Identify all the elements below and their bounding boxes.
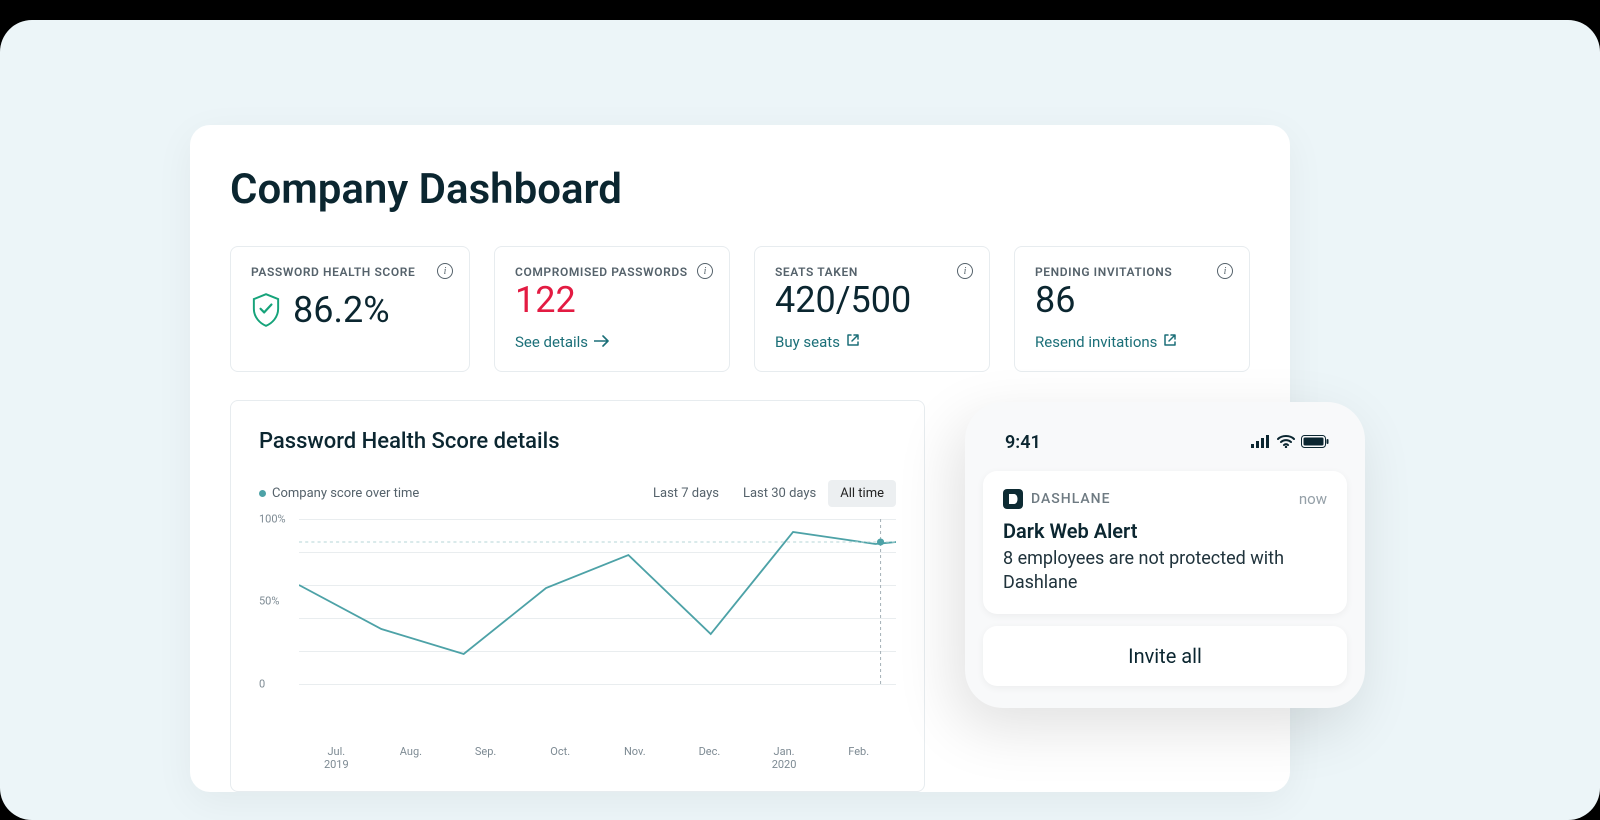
metric-label-seats: SEATS TAKEN [775, 265, 969, 279]
x-tick: Aug. [374, 745, 449, 771]
tab-last-7-days[interactable]: Last 7 days [641, 480, 731, 507]
metric-card-seats: SEATS TAKEN i 420/500 Buy seats [754, 246, 990, 372]
see-details-link[interactable]: See details [515, 333, 709, 351]
invite-all-button[interactable]: Invite all [983, 626, 1347, 686]
metric-label-pending: PENDING INVITATIONS [1035, 265, 1229, 279]
metric-card-pending: PENDING INVITATIONS i 86 Resend invitati… [1014, 246, 1250, 372]
invite-all-label: Invite all [1128, 644, 1202, 668]
chart-line [299, 519, 896, 684]
tab-all-time[interactable]: All time [828, 480, 896, 507]
metric-value-pending: 86 [1035, 279, 1229, 321]
page-title: Company Dashboard [230, 165, 1250, 214]
phone-status-bar: 9:41 [983, 430, 1347, 471]
shield-check-icon [251, 293, 281, 327]
info-icon[interactable]: i [437, 263, 453, 279]
metric-value-compromised: 122 [515, 279, 709, 321]
notif-body: 8 employees are not protected with Dashl… [1003, 547, 1327, 596]
legend-label: Company score over time [272, 486, 419, 501]
y-tick-100: 100% [259, 513, 286, 526]
metric-label-compromised: COMPROMISED PASSWORDS [515, 265, 709, 279]
x-tick: Jul.2019 [299, 745, 374, 771]
x-tick: Nov. [598, 745, 673, 771]
external-link-icon [1163, 333, 1177, 351]
metric-card-health: PASSWORD HEALTH SCORE i 86.2% [230, 246, 470, 372]
legend-dot-icon [259, 490, 266, 497]
tab-last-30-days[interactable]: Last 30 days [731, 480, 828, 507]
time-range-tabs: Last 7 days Last 30 days All time [641, 480, 896, 507]
info-icon[interactable]: i [957, 263, 973, 279]
buy-seats-link[interactable]: Buy seats [775, 333, 969, 351]
metric-row: PASSWORD HEALTH SCORE i 86.2% COMPROMISE… [230, 246, 1250, 372]
chart-card: Password Health Score details Company sc… [230, 400, 925, 792]
battery-icon [1301, 432, 1329, 453]
info-icon[interactable]: i [1217, 263, 1233, 279]
x-tick: Dec. [672, 745, 747, 771]
metric-value-seats: 420/500 [775, 279, 969, 321]
arrow-right-icon [594, 333, 610, 351]
signal-icon [1251, 432, 1271, 453]
link-label: Resend invitations [1035, 333, 1157, 351]
notif-timestamp: now [1299, 490, 1327, 508]
external-link-icon [846, 333, 860, 351]
notif-title: Dark Web Alert [1003, 519, 1327, 543]
x-tick: Sep. [448, 745, 523, 771]
phone-time: 9:41 [1005, 432, 1041, 453]
dashlane-app-icon [1003, 489, 1023, 509]
x-tick: Oct. [523, 745, 598, 771]
x-tick: Feb. [821, 745, 896, 771]
link-label: See details [515, 333, 588, 351]
chart-legend: Company score over time [259, 486, 419, 501]
info-icon[interactable]: i [697, 263, 713, 279]
notif-app-name: DASHLANE [1031, 491, 1111, 507]
phone-mockup: 9:41 DASHLANE [965, 402, 1365, 708]
x-tick: Jan.2020 [747, 745, 822, 771]
metric-card-compromised: COMPROMISED PASSWORDS i 122 See details [494, 246, 730, 372]
chart-title: Password Health Score details [259, 429, 896, 454]
y-tick-50: 50% [259, 595, 279, 608]
y-tick-0: 0 [259, 678, 265, 691]
wifi-icon [1277, 432, 1295, 453]
chart-plot-area: 100% 50% 0 [259, 519, 896, 739]
metric-label-health: PASSWORD HEALTH SCORE [251, 265, 449, 279]
link-label: Buy seats [775, 333, 840, 351]
notification-card[interactable]: DASHLANE now Dark Web Alert 8 employees … [983, 471, 1347, 614]
resend-invitations-link[interactable]: Resend invitations [1035, 333, 1229, 351]
chart-x-axis: Jul.2019 Aug. Sep. Oct. Nov. Dec. Jan.20… [259, 745, 896, 771]
metric-value-health: 86.2% [293, 289, 390, 331]
page-frame: Company Dashboard PASSWORD HEALTH SCORE … [0, 20, 1600, 820]
